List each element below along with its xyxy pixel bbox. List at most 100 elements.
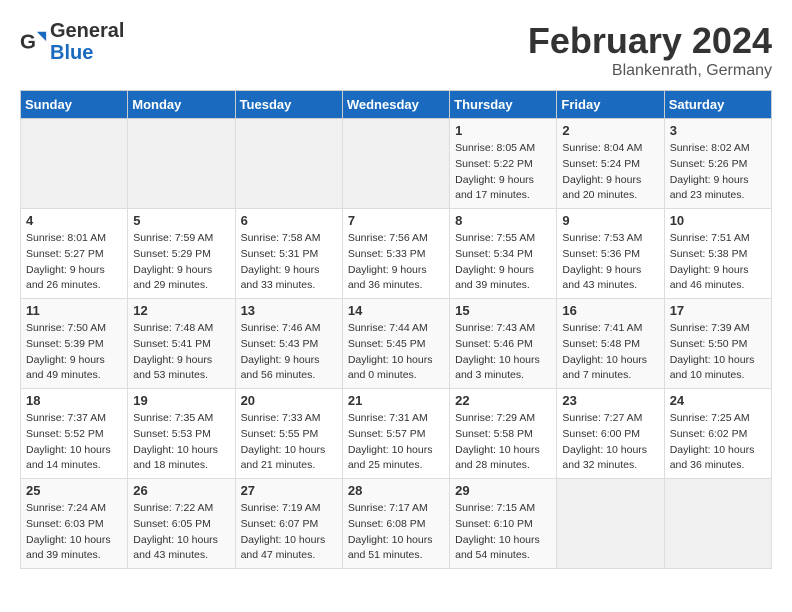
- calendar-cell: 21 Sunrise: 7:31 AM Sunset: 5:57 PM Dayli…: [342, 389, 449, 479]
- day-info: Sunrise: 7:55 AM Sunset: 5:34 PM Dayligh…: [455, 231, 551, 294]
- day-info: Sunrise: 7:56 AM Sunset: 5:33 PM Dayligh…: [348, 231, 444, 294]
- day-number: 20: [241, 393, 337, 408]
- day-info: Sunrise: 8:02 AM Sunset: 5:26 PM Dayligh…: [670, 141, 766, 204]
- day-info: Sunrise: 7:50 AM Sunset: 5:39 PM Dayligh…: [26, 321, 122, 384]
- calendar-cell: 23Sunrise: 7:27 AM Sunset: 6:00 PM Dayli…: [557, 389, 664, 479]
- day-number: 14: [348, 303, 444, 318]
- day-number: 9: [562, 213, 658, 228]
- calendar-cell: 14 Sunrise: 7:44 AM Sunset: 5:45 PM Dayli…: [342, 299, 449, 389]
- day-number: 26: [133, 483, 229, 498]
- day-number: 2: [562, 123, 658, 138]
- calendar-cell: 26 Sunrise: 7:22 AM Sunset: 6:05 PM Dayli…: [128, 479, 235, 569]
- day-number: 18: [26, 393, 122, 408]
- day-number: 8: [455, 213, 551, 228]
- day-number: 27: [241, 483, 337, 498]
- day-number: 25: [26, 483, 122, 498]
- calendar-cell: 6 Sunrise: 7:58 AM Sunset: 5:31 PM Daylig…: [235, 209, 342, 299]
- day-number: 13: [241, 303, 337, 318]
- day-number: 10: [670, 213, 766, 228]
- day-number: 21: [348, 393, 444, 408]
- calendar-cell: 2 Sunrise: 8:04 AM Sunset: 5:24 PM Daylig…: [557, 119, 664, 209]
- month-title: February 2024: [528, 20, 772, 62]
- day-info: Sunrise: 7:27 AM Sunset: 6:00 PM Dayligh…: [562, 411, 658, 474]
- weekday-row: SundayMondayTuesdayWednesdayThursdayFrid…: [21, 91, 772, 119]
- day-number: 12: [133, 303, 229, 318]
- calendar-cell: 3 Sunrise: 8:02 AM Sunset: 5:26 PM Daylig…: [664, 119, 771, 209]
- day-info: Sunrise: 7:35 AM Sunset: 5:53 PM Dayligh…: [133, 411, 229, 474]
- day-info: Sunrise: 7:24 AM Sunset: 6:03 PM Dayligh…: [26, 501, 122, 564]
- day-number: 7: [348, 213, 444, 228]
- calendar-cell: 19Sunrise: 7:35 AM Sunset: 5:53 PM Dayli…: [128, 389, 235, 479]
- day-number: 6: [241, 213, 337, 228]
- location: Blankenrath, Germany: [528, 62, 772, 80]
- title-area: February 2024 Blankenrath, Germany: [528, 20, 772, 80]
- calendar-cell: 16 Sunrise: 7:41 AM Sunset: 5:48 PM Dayli…: [557, 299, 664, 389]
- day-info: Sunrise: 7:48 AM Sunset: 5:41 PM Dayligh…: [133, 321, 229, 384]
- day-number: 28: [348, 483, 444, 498]
- weekday-header: Friday: [557, 91, 664, 119]
- calendar-cell: 1 Sunrise: 8:05 AM Sunset: 5:22 PM Daylig…: [450, 119, 557, 209]
- day-number: 11: [26, 303, 122, 318]
- calendar-cell: 13 Sunrise: 7:46 AM Sunset: 5:43 PM Dayli…: [235, 299, 342, 389]
- day-info: Sunrise: 7:22 AM Sunset: 6:05 PM Dayligh…: [133, 501, 229, 564]
- weekday-header: Tuesday: [235, 91, 342, 119]
- calendar-cell: 27 Sunrise: 7:19 AM Sunset: 6:07 PM Dayli…: [235, 479, 342, 569]
- calendar-cell: 12 Sunrise: 7:48 AM Sunset: 5:41 PM Dayli…: [128, 299, 235, 389]
- calendar-table: SundayMondayTuesdayWednesdayThursdayFrid…: [20, 90, 772, 569]
- day-number: 15: [455, 303, 551, 318]
- logo-icon: G: [20, 28, 48, 56]
- calendar-cell: 10Sunrise: 7:51 AM Sunset: 5:38 PM Dayli…: [664, 209, 771, 299]
- calendar-cell: [557, 479, 664, 569]
- logo: G General Blue: [20, 20, 124, 64]
- day-info: Sunrise: 8:01 AM Sunset: 5:27 PM Dayligh…: [26, 231, 122, 294]
- weekday-header: Saturday: [664, 91, 771, 119]
- day-number: 4: [26, 213, 122, 228]
- calendar-cell: 15 Sunrise: 7:43 AM Sunset: 5:46 PM Dayli…: [450, 299, 557, 389]
- calendar-cell: 25 Sunrise: 7:24 AM Sunset: 6:03 PM Dayli…: [21, 479, 128, 569]
- day-info: Sunrise: 8:04 AM Sunset: 5:24 PM Dayligh…: [562, 141, 658, 204]
- calendar-cell: 22Sunrise: 7:29 AM Sunset: 5:58 PM Dayli…: [450, 389, 557, 479]
- day-number: 24: [670, 393, 766, 408]
- calendar-body: 1 Sunrise: 8:05 AM Sunset: 5:22 PM Daylig…: [21, 119, 772, 569]
- day-info: Sunrise: 7:37 AM Sunset: 5:52 PM Dayligh…: [26, 411, 122, 474]
- calendar-row: 25 Sunrise: 7:24 AM Sunset: 6:03 PM Dayli…: [21, 479, 772, 569]
- calendar-cell: 28Sunrise: 7:17 AM Sunset: 6:08 PM Dayli…: [342, 479, 449, 569]
- day-info: Sunrise: 7:46 AM Sunset: 5:43 PM Dayligh…: [241, 321, 337, 384]
- calendar-cell: 8 Sunrise: 7:55 AM Sunset: 5:34 PM Daylig…: [450, 209, 557, 299]
- day-info: Sunrise: 7:19 AM Sunset: 6:07 PM Dayligh…: [241, 501, 337, 564]
- calendar-cell: [128, 119, 235, 209]
- day-info: Sunrise: 7:53 AM Sunset: 5:36 PM Dayligh…: [562, 231, 658, 294]
- calendar-cell: 17Sunrise: 7:39 AM Sunset: 5:50 PM Dayli…: [664, 299, 771, 389]
- logo-line1: General: [50, 20, 124, 42]
- calendar-row: 4 Sunrise: 8:01 AM Sunset: 5:27 PM Daylig…: [21, 209, 772, 299]
- calendar-cell: 24 Sunrise: 7:25 AM Sunset: 6:02 PM Dayli…: [664, 389, 771, 479]
- day-info: Sunrise: 7:58 AM Sunset: 5:31 PM Dayligh…: [241, 231, 337, 294]
- calendar-cell: 11 Sunrise: 7:50 AM Sunset: 5:39 PM Dayli…: [21, 299, 128, 389]
- weekday-header: Sunday: [21, 91, 128, 119]
- calendar-cell: 29Sunrise: 7:15 AM Sunset: 6:10 PM Dayli…: [450, 479, 557, 569]
- day-number: 16: [562, 303, 658, 318]
- day-info: Sunrise: 8:05 AM Sunset: 5:22 PM Dayligh…: [455, 141, 551, 204]
- day-number: 3: [670, 123, 766, 138]
- calendar-cell: [342, 119, 449, 209]
- day-info: Sunrise: 7:31 AM Sunset: 5:57 PM Dayligh…: [348, 411, 444, 474]
- calendar-header: SundayMondayTuesdayWednesdayThursdayFrid…: [21, 91, 772, 119]
- day-info: Sunrise: 7:41 AM Sunset: 5:48 PM Dayligh…: [562, 321, 658, 384]
- weekday-header: Wednesday: [342, 91, 449, 119]
- calendar-cell: 20 Sunrise: 7:33 AM Sunset: 5:55 PM Dayli…: [235, 389, 342, 479]
- day-info: Sunrise: 7:25 AM Sunset: 6:02 PM Dayligh…: [670, 411, 766, 474]
- weekday-header: Monday: [128, 91, 235, 119]
- calendar-row: 11 Sunrise: 7:50 AM Sunset: 5:39 PM Dayli…: [21, 299, 772, 389]
- day-info: Sunrise: 7:59 AM Sunset: 5:29 PM Dayligh…: [133, 231, 229, 294]
- day-number: 1: [455, 123, 551, 138]
- logo-line2: Blue: [50, 42, 124, 64]
- day-number: 17: [670, 303, 766, 318]
- calendar-cell: 4 Sunrise: 8:01 AM Sunset: 5:27 PM Daylig…: [21, 209, 128, 299]
- calendar-cell: 9 Sunrise: 7:53 AM Sunset: 5:36 PM Daylig…: [557, 209, 664, 299]
- calendar-cell: [21, 119, 128, 209]
- day-info: Sunrise: 7:43 AM Sunset: 5:46 PM Dayligh…: [455, 321, 551, 384]
- weekday-header: Thursday: [450, 91, 557, 119]
- day-info: Sunrise: 7:44 AM Sunset: 5:45 PM Dayligh…: [348, 321, 444, 384]
- day-info: Sunrise: 7:33 AM Sunset: 5:55 PM Dayligh…: [241, 411, 337, 474]
- calendar-cell: [235, 119, 342, 209]
